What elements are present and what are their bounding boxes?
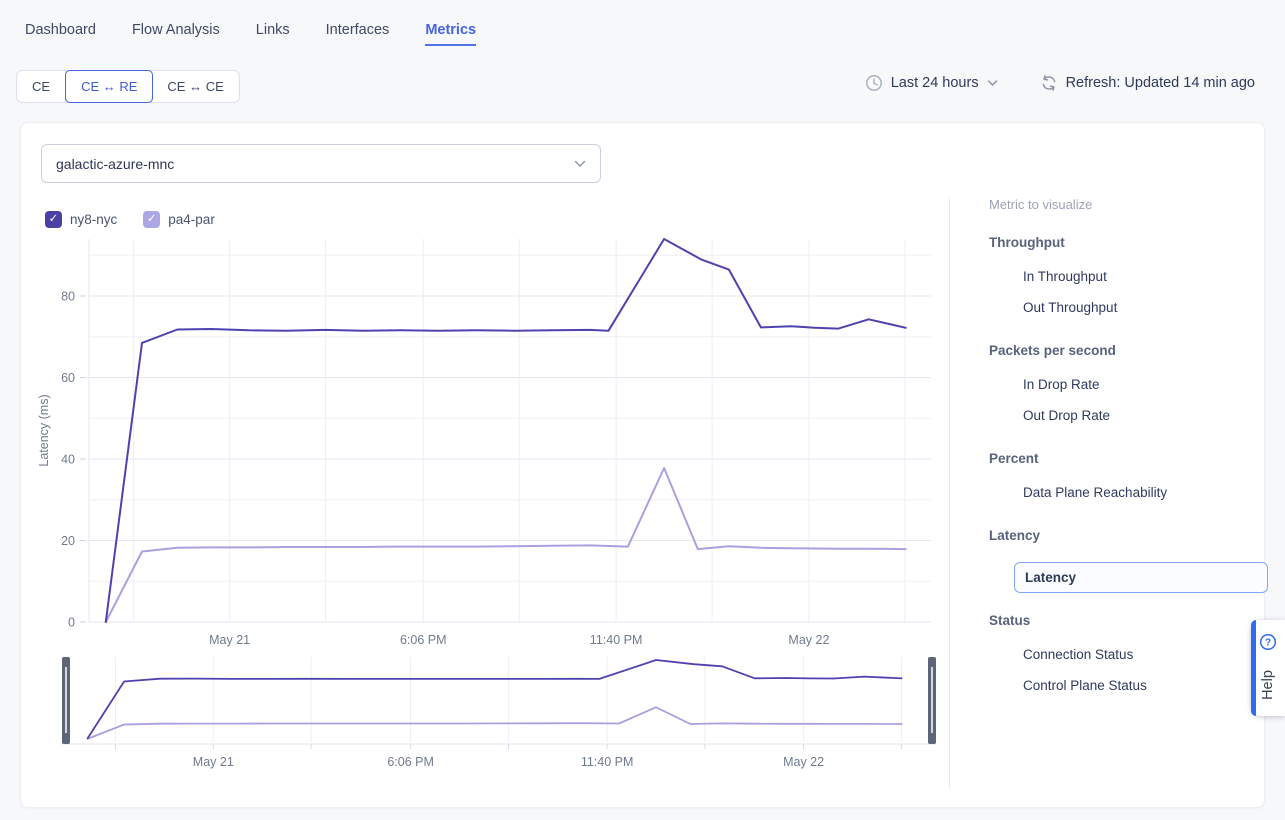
segment-ce-ce[interactable]: CE ↔ CE bbox=[152, 71, 238, 102]
brush-x-tick-label: 11:40 PM bbox=[581, 755, 634, 769]
metric-item-connection-status[interactable]: Connection Status bbox=[989, 647, 1268, 663]
svg-text:?: ? bbox=[1265, 638, 1271, 649]
brush-x-tick-label: May 21 bbox=[193, 755, 234, 769]
nav-tab-flow-analysis[interactable]: Flow Analysis bbox=[132, 22, 220, 46]
metric-item-control-plane-status[interactable]: Control Plane Status bbox=[989, 678, 1268, 694]
y-tick-label: 60 bbox=[61, 371, 75, 385]
refresh-icon bbox=[1040, 74, 1058, 92]
y-axis-title: Latency (ms) bbox=[37, 394, 51, 466]
nav-tab-interfaces[interactable]: Interfaces bbox=[326, 22, 390, 46]
y-tick-label: 40 bbox=[61, 453, 75, 467]
metric-item-out-throughput[interactable]: Out Throughput bbox=[989, 300, 1268, 316]
x-tick-label: 6:06 PM bbox=[400, 633, 447, 647]
metric-group-heading: Status bbox=[989, 613, 1268, 629]
refresh-status-label: Refresh: Updated 14 min ago bbox=[1066, 75, 1255, 91]
time-range-selector[interactable]: Last 24 hours bbox=[865, 74, 998, 92]
chevron-down-icon bbox=[987, 79, 998, 87]
toolbar: Last 24 hours Refresh: Updated 14 min ag… bbox=[865, 74, 1255, 92]
brush-x-tick-label: 6:06 PM bbox=[387, 755, 434, 769]
nav-tab-links[interactable]: Links bbox=[256, 22, 290, 46]
y-tick-label: 80 bbox=[61, 290, 75, 304]
x-tick-label: May 22 bbox=[788, 633, 829, 647]
series-line-pa4-par bbox=[106, 468, 906, 622]
segment-ce-re[interactable]: CE ↔ RE bbox=[65, 70, 153, 103]
time-range-label: Last 24 hours bbox=[891, 75, 979, 91]
device-select[interactable]: galactic-azure-mnc bbox=[41, 144, 601, 183]
metric-item-data-plane-reachability[interactable]: Data Plane Reachability bbox=[989, 485, 1268, 501]
metric-item-out-drop-rate[interactable]: Out Drop Rate bbox=[989, 408, 1268, 424]
x-tick-label: 11:40 PM bbox=[590, 633, 643, 647]
help-label: Help bbox=[1260, 670, 1276, 700]
metric-item-in-drop-rate[interactable]: In Drop Rate bbox=[989, 377, 1268, 393]
metric-group-heading: Packets per second bbox=[989, 343, 1268, 359]
help-tab-accent-bar bbox=[1251, 620, 1256, 716]
y-tick-label: 20 bbox=[61, 534, 75, 548]
device-select-value: galactic-azure-mnc bbox=[56, 156, 174, 172]
top-nav: Dashboard Flow Analysis Links Interfaces… bbox=[25, 22, 476, 46]
x-tick-label: May 21 bbox=[209, 633, 250, 647]
chevron-down-icon bbox=[574, 160, 586, 168]
help-button[interactable]: ? Help bbox=[1251, 620, 1285, 716]
metric-item-in-throughput[interactable]: In Throughput bbox=[989, 269, 1268, 285]
metrics-panel: galactic-azure-mnc ✓ ny8-nyc ✓ pa4-par 0… bbox=[20, 122, 1265, 808]
metric-group-heading: Throughput bbox=[989, 235, 1268, 251]
metric-item-latency-selected[interactable]: Latency bbox=[1014, 562, 1268, 593]
question-circle-icon: ? bbox=[1259, 633, 1277, 651]
segment-ce[interactable]: CE bbox=[17, 71, 66, 102]
brush-series-line-ny8-nyc bbox=[87, 660, 902, 739]
nav-tab-dashboard[interactable]: Dashboard bbox=[25, 22, 96, 46]
brush-series-line-pa4-par bbox=[87, 707, 902, 739]
metric-group-heading: Percent bbox=[989, 451, 1268, 467]
connection-type-segmented-control: CE CE ↔ RE CE ↔ CE bbox=[16, 70, 240, 103]
latency-chart-svg[interactable]: 0 20 40 60 80 May 21 6:06 PM 11:40 PM May 22 Late… bbox=[21, 223, 949, 783]
brush-x-tick-label: May 22 bbox=[783, 755, 824, 769]
refresh-button[interactable]: Refresh: Updated 14 min ago bbox=[1040, 74, 1255, 92]
y-tick-label: 0 bbox=[68, 616, 75, 630]
metric-sidebar: Metric to visualize Throughput In Throug… bbox=[969, 197, 1285, 709]
sidebar-title: Metric to visualize bbox=[989, 197, 1268, 213]
metric-group-heading: Latency bbox=[989, 528, 1268, 544]
nav-tab-metrics[interactable]: Metrics bbox=[425, 22, 476, 46]
clock-icon bbox=[865, 74, 883, 92]
panel-divider bbox=[949, 197, 950, 789]
